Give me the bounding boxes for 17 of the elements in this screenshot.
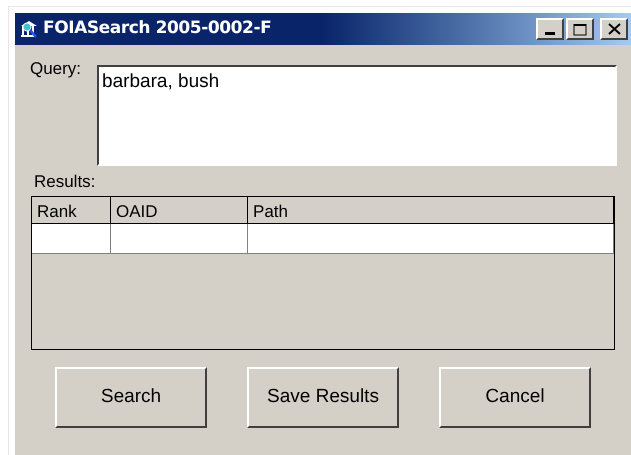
query-field[interactable]: barbara, bush [97, 65, 617, 166]
dialog-button[interactable]: Save Results [247, 367, 399, 428]
minimize-button[interactable] [536, 18, 564, 40]
results-label: Results: [34, 172, 96, 192]
magnifier-building-icon [18, 18, 40, 40]
dialog-button[interactable]: Cancel [439, 367, 591, 428]
column-header[interactable]: Rank [32, 197, 111, 223]
dialog-button[interactable]: Search [55, 367, 207, 428]
close-icon [608, 23, 620, 35]
query-label: Query: [30, 58, 82, 80]
close-button[interactable] [600, 18, 628, 40]
maximize-icon [573, 22, 587, 36]
window-title: FOIASearch 2005-0002-F [43, 17, 272, 40]
column-header[interactable]: Path [248, 197, 614, 223]
column-header[interactable]: OAID [111, 197, 248, 223]
maximize-button[interactable] [566, 18, 594, 40]
minimize-icon [545, 32, 555, 35]
